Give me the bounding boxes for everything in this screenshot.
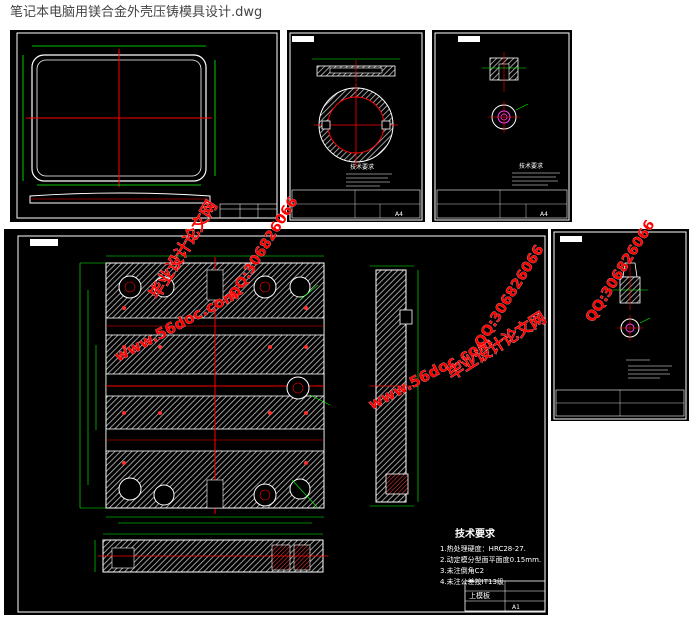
sheet-ring[interactable]: 技术要求 A4 (287, 30, 425, 222)
main-notes-title: 技术要求 (455, 527, 496, 540)
sheet2-size: A4 (395, 211, 403, 218)
main-note-1: 1.热处理硬度：HRC28-27. (440, 544, 526, 553)
main-note-2: 2.动定模分型面平面度0.15mm. (440, 555, 541, 564)
sheet3-size: A4 (540, 211, 548, 218)
window-title: 笔记本电脑用镁合金外壳压铸模具设计.dwg (10, 5, 263, 20)
sheet2-notes-title: 技术要求 (350, 163, 374, 171)
main-note-4: 4.未注公差按IT13级 (440, 577, 504, 586)
main-note-3: 3.未注倒角C2 (440, 566, 484, 575)
sheet-main-plate[interactable]: 技术要求 1.热处理硬度：HRC28-27. 2.动定模分型面平面度0.15mm… (4, 229, 548, 615)
sheet-small-part-1[interactable]: 技术要求 A4 (432, 30, 572, 222)
sheet3-notes-title: 技术要求 (519, 162, 543, 170)
title-bar: 笔记本电脑用镁合金外壳压铸模具设计.dwg (0, 0, 696, 22)
sheet-housing[interactable] (10, 30, 280, 222)
main-size: A1 (512, 604, 520, 611)
drawing-viewer[interactable]: 技术要求 A4 技术要求 A4 技术要求 1.热处理硬度：HRC28-27. 2… (0, 22, 696, 627)
titleblock-part-name: 上模板 (469, 591, 490, 600)
